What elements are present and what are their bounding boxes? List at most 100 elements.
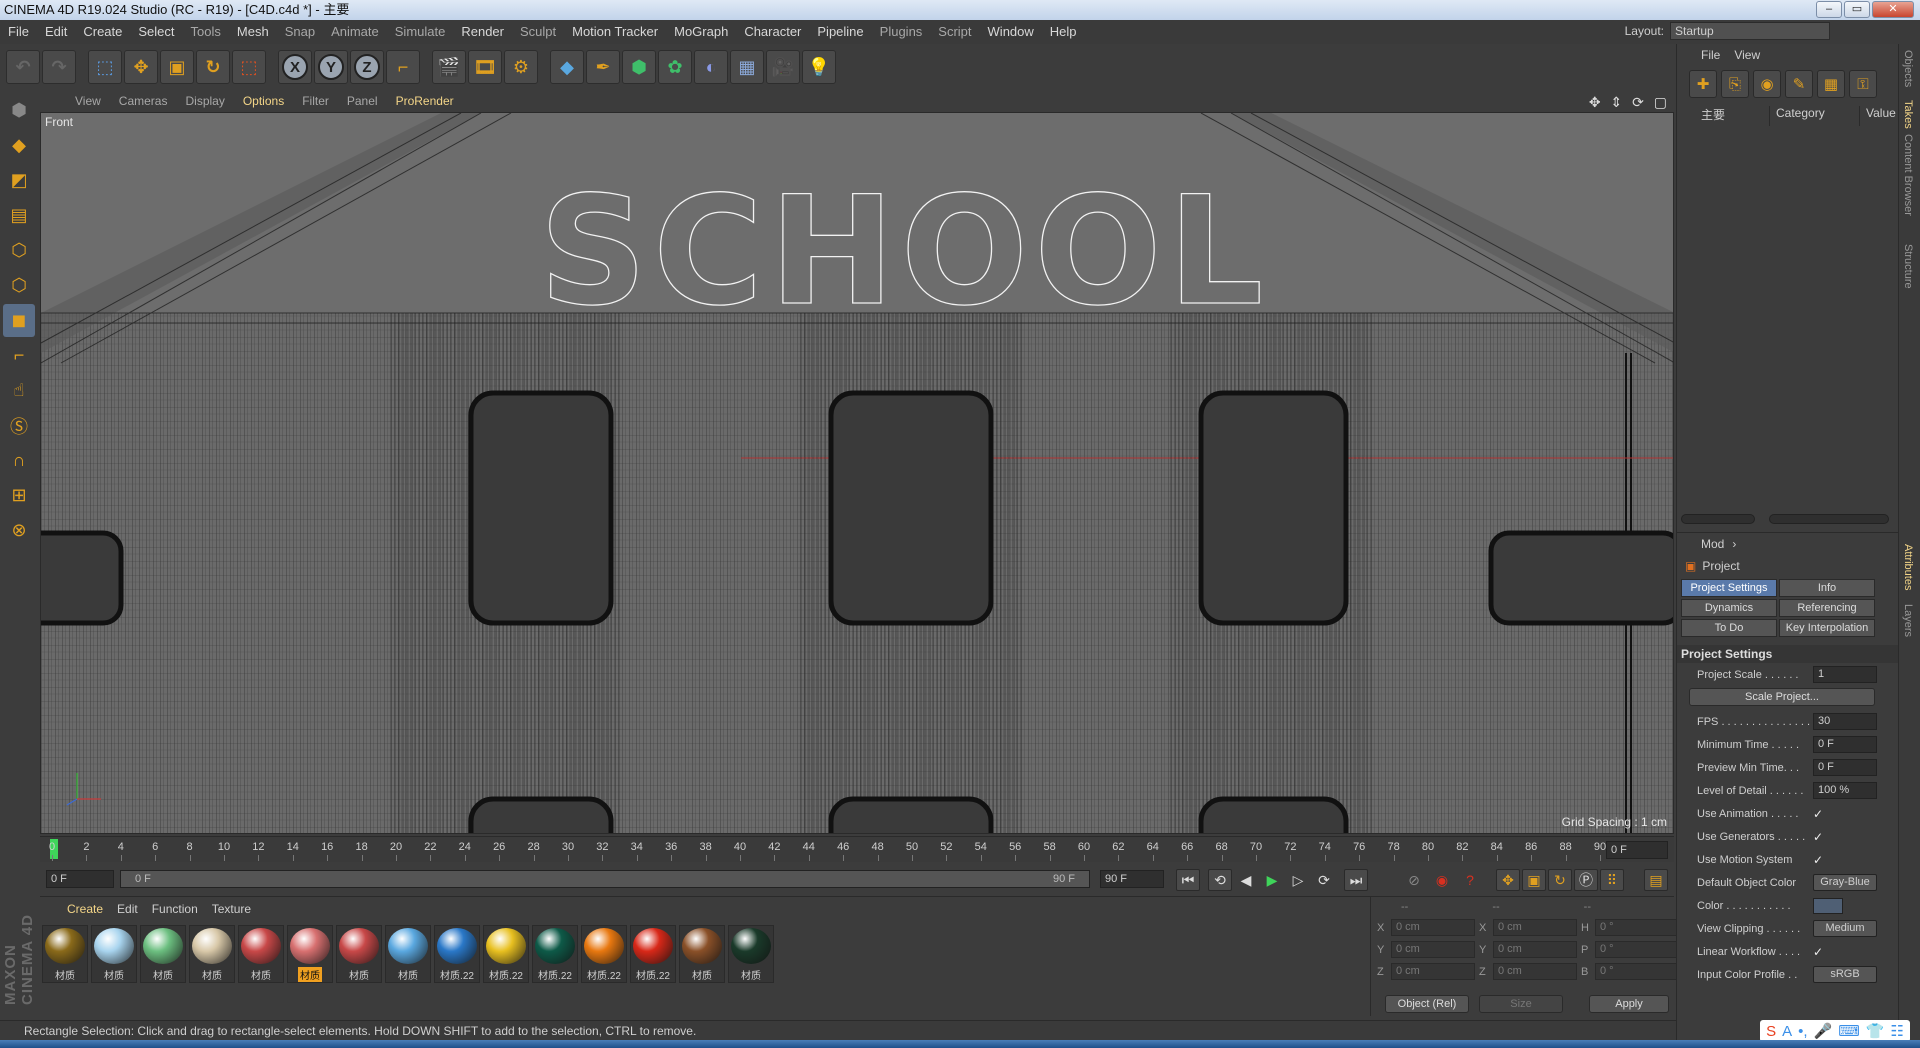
- workplane-icon[interactable]: ▤: [3, 199, 35, 232]
- record-off-icon[interactable]: ⊘: [1402, 869, 1426, 891]
- polygons-mode-icon[interactable]: ◼: [3, 304, 35, 337]
- redo-icon[interactable]: ↷: [42, 50, 76, 84]
- coord-field[interactable]: 0 °: [1595, 963, 1679, 980]
- play-icon[interactable]: ▶: [1260, 869, 1284, 891]
- tab-project-settings[interactable]: Project Settings: [1681, 579, 1777, 597]
- tab-dynamics[interactable]: Dynamics: [1681, 599, 1777, 617]
- key-position-icon[interactable]: ✥: [1496, 869, 1520, 891]
- locked-workplane-icon[interactable]: ⊞: [3, 479, 35, 512]
- make-editable-icon[interactable]: ⬢: [3, 94, 35, 127]
- coord-field[interactable]: 0 cm: [1493, 941, 1577, 958]
- scale-icon[interactable]: ▣: [160, 50, 194, 84]
- ime-icon[interactable]: 👕: [1866, 1022, 1885, 1040]
- goto-end-icon[interactable]: ⏭: [1344, 869, 1368, 891]
- coord-field[interactable]: 0 °: [1595, 941, 1679, 958]
- light-icon[interactable]: 💡: [802, 50, 836, 84]
- ime-icon[interactable]: ⌨: [1838, 1022, 1860, 1040]
- fps-field[interactable]: 30: [1813, 713, 1877, 730]
- material-swatch[interactable]: 材质.22: [532, 925, 578, 983]
- timeline-window-icon[interactable]: ▤: [1644, 869, 1668, 891]
- use-motion-checkbox[interactable]: ✓: [1813, 853, 1823, 867]
- prev-key-icon[interactable]: ⟲: [1208, 869, 1232, 891]
- viewport-menu-options[interactable]: Options: [234, 94, 293, 108]
- material-swatch[interactable]: 材质: [679, 925, 725, 983]
- material-menu-edit[interactable]: Edit: [110, 902, 145, 916]
- menu-create[interactable]: Create: [75, 20, 130, 44]
- viewport-menu-panel[interactable]: Panel: [338, 94, 387, 108]
- menu-mograph[interactable]: MoGraph: [666, 20, 736, 44]
- coord-field[interactable]: 0 cm: [1493, 919, 1577, 936]
- menu-help[interactable]: Help: [1042, 20, 1085, 44]
- viewport-nav-icons[interactable]: ✥ ⇕ ⟳ ▢: [1589, 94, 1670, 111]
- edges-mode-icon[interactable]: ⬡: [3, 269, 35, 302]
- key-param-icon[interactable]: Ⓟ: [1574, 869, 1598, 891]
- material-swatch[interactable]: 材质: [42, 925, 88, 983]
- material-menu-texture[interactable]: Texture: [205, 902, 258, 916]
- record-icon[interactable]: ◉: [1430, 869, 1454, 891]
- material-swatch[interactable]: 材质: [287, 925, 333, 983]
- maximize-button[interactable]: ▭: [1844, 1, 1870, 18]
- cube-icon[interactable]: ◆: [550, 50, 584, 84]
- key-pla-icon[interactable]: ⠿: [1600, 869, 1624, 891]
- side-tab-takes[interactable]: Takes: [1902, 100, 1914, 129]
- takes-scrollbar-left[interactable]: [1681, 514, 1755, 524]
- side-tab-layers[interactable]: Layers: [1902, 604, 1914, 637]
- viewport-menu-prorender[interactable]: ProRender: [387, 94, 463, 108]
- rotate-icon[interactable]: ↻: [196, 50, 230, 84]
- coord-field[interactable]: 0 cm: [1493, 963, 1577, 980]
- coord-field[interactable]: 0 cm: [1391, 919, 1475, 936]
- ime-icon[interactable]: S: [1766, 1023, 1776, 1040]
- use-generators-checkbox[interactable]: ✓: [1813, 830, 1823, 844]
- lock-take-icon[interactable]: ⚿: [1849, 70, 1877, 98]
- material-swatch[interactable]: 材质.22: [581, 925, 627, 983]
- project-scale-field[interactable]: 1: [1813, 666, 1877, 683]
- material-swatch[interactable]: 材质: [385, 925, 431, 983]
- subdivision-icon[interactable]: ⬢: [622, 50, 656, 84]
- material-swatch[interactable]: 材质.22: [630, 925, 676, 983]
- menu-simulate[interactable]: Simulate: [387, 20, 454, 44]
- viewport-menu-view[interactable]: View: [66, 94, 110, 108]
- menu-snap[interactable]: Snap: [277, 20, 323, 44]
- snap-icon[interactable]: ∩: [3, 444, 35, 477]
- viewport-front[interactable]: Front SCHOOL Grid Spacing: 1 cm: [40, 112, 1674, 834]
- cloner-icon[interactable]: ✿: [658, 50, 692, 84]
- material-swatch[interactable]: 材质: [91, 925, 137, 983]
- coord-mode-dropdown[interactable]: Object (Rel): [1385, 995, 1469, 1013]
- takes-scrollbar-right[interactable]: [1769, 514, 1889, 524]
- planar-workplane-icon[interactable]: ⊗: [3, 514, 35, 547]
- menu-select[interactable]: Select: [130, 20, 182, 44]
- close-button[interactable]: ✕: [1872, 1, 1914, 18]
- solo-icon[interactable]: Ⓢ: [3, 409, 35, 442]
- tab-referencing[interactable]: Referencing: [1779, 599, 1875, 617]
- render-picture-viewer-icon[interactable]: 🎞: [468, 50, 502, 84]
- autokey-icon[interactable]: ?: [1458, 869, 1482, 891]
- material-swatch[interactable]: 材质: [189, 925, 235, 983]
- prev-frame-icon[interactable]: ◀: [1234, 869, 1258, 891]
- coord-field[interactable]: 0 °: [1595, 919, 1679, 936]
- takes-file-menu[interactable]: File: [1701, 48, 1720, 62]
- material-swatch[interactable]: 材质: [336, 925, 382, 983]
- min-time-field[interactable]: 0 F: [1813, 736, 1877, 753]
- camera-icon[interactable]: 🎥: [766, 50, 800, 84]
- takes-value-column[interactable]: Value: [1859, 106, 1896, 126]
- start-frame-field[interactable]: 0 F: [46, 870, 114, 888]
- menu-character[interactable]: Character: [736, 20, 809, 44]
- viewport-menu-filter[interactable]: Filter: [293, 94, 338, 108]
- input-profile-dropdown[interactable]: sRGB: [1813, 966, 1877, 983]
- texture-mode-icon[interactable]: ◩: [3, 164, 35, 197]
- use-animation-checkbox[interactable]: ✓: [1813, 807, 1823, 821]
- clone-take-icon[interactable]: ⎘: [1721, 70, 1749, 98]
- material-swatch[interactable]: 材质: [728, 925, 774, 983]
- new-take-icon[interactable]: ✚: [1689, 70, 1717, 98]
- auto-take-icon[interactable]: ◉: [1753, 70, 1781, 98]
- take-render-icon[interactable]: ▦: [1817, 70, 1845, 98]
- menu-plugins[interactable]: Plugins: [872, 20, 931, 44]
- side-tab-objects[interactable]: Objects: [1902, 50, 1914, 87]
- material-swatch[interactable]: 材质: [238, 925, 284, 983]
- floor-icon[interactable]: ▦: [730, 50, 764, 84]
- tab-key-interpolation[interactable]: Key Interpolation: [1779, 619, 1875, 637]
- coord-field[interactable]: 0 cm: [1391, 963, 1475, 980]
- tab-info[interactable]: Info: [1779, 579, 1875, 597]
- ime-icon[interactable]: ☷: [1891, 1022, 1904, 1040]
- axis-mode-icon[interactable]: ⌐: [3, 339, 35, 372]
